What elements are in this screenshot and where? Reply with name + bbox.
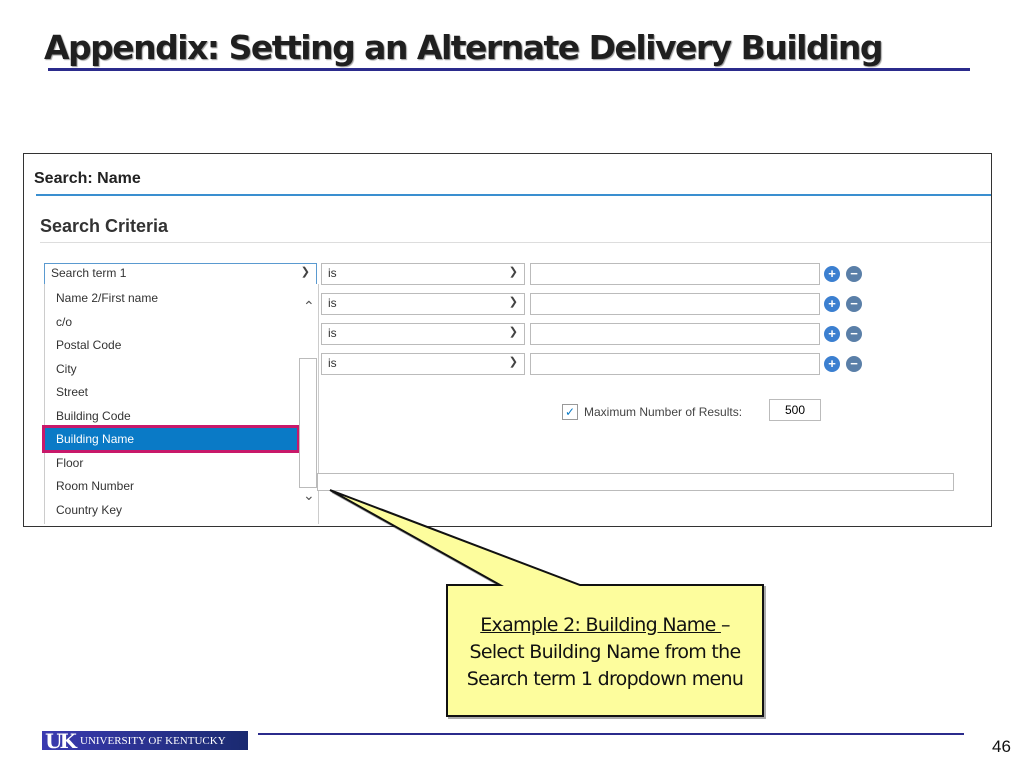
footer-divider (258, 733, 964, 735)
callout-line: Select Building Name from the (469, 641, 742, 663)
callout-line: Search term 1 dropdown menu (466, 668, 744, 690)
page-number: 46 (992, 737, 1011, 756)
callout-text: Example 2: Building Name – Select Buildi… (449, 612, 761, 693)
university-logo: UK UNIVERSITY OF KENTUCKY (42, 729, 248, 753)
callout-heading: Example 2: Building Name (480, 614, 721, 636)
callout-dash: – (720, 614, 730, 636)
